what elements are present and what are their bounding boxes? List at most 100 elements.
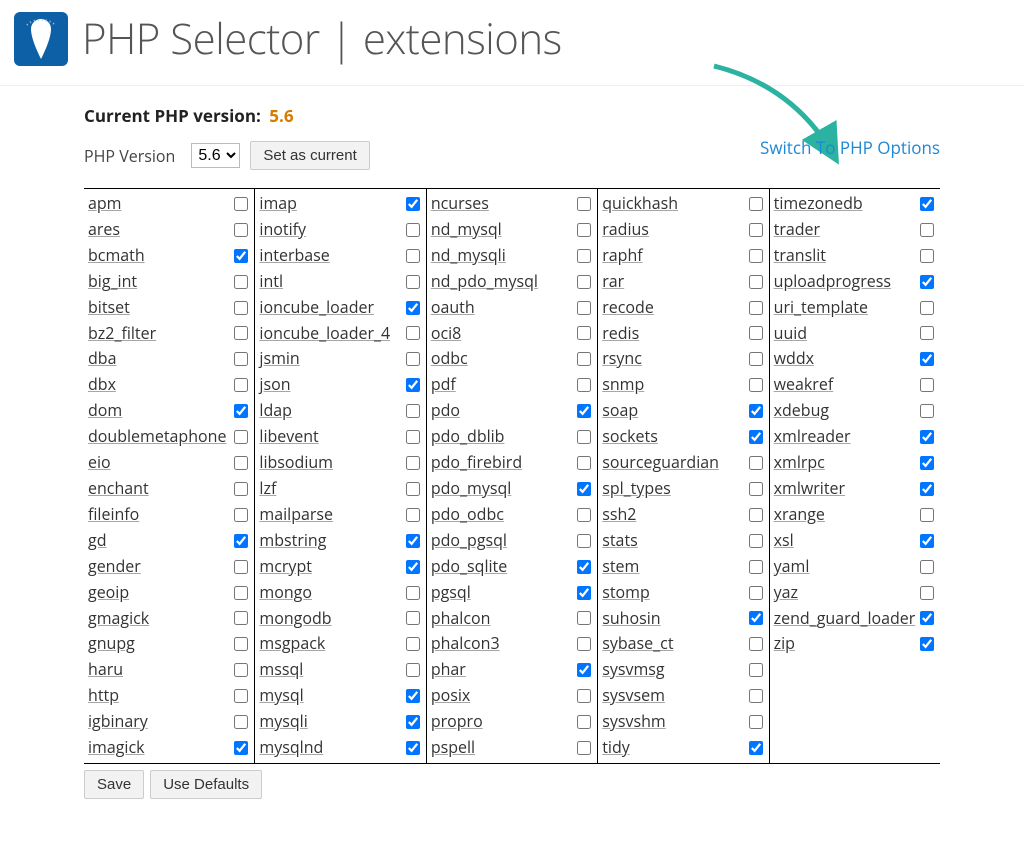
extension-link[interactable]: xmlwriter	[774, 476, 845, 502]
extension-link[interactable]: oci8	[431, 321, 461, 347]
extension-checkbox[interactable]	[577, 482, 591, 496]
use-defaults-button[interactable]: Use Defaults	[150, 770, 262, 799]
extension-link[interactable]: gender	[88, 554, 141, 580]
extension-link[interactable]: pdo_firebird	[431, 450, 522, 476]
extension-checkbox[interactable]	[749, 197, 763, 211]
extension-checkbox[interactable]	[577, 741, 591, 755]
extension-link[interactable]: intl	[259, 269, 283, 295]
extension-checkbox[interactable]	[920, 482, 934, 496]
extension-checkbox[interactable]	[406, 378, 420, 392]
extension-checkbox[interactable]	[234, 586, 248, 600]
extension-link[interactable]: gmagick	[88, 606, 149, 632]
extension-link[interactable]: zip	[774, 631, 795, 657]
extension-link[interactable]: soap	[602, 398, 638, 424]
extension-checkbox[interactable]	[234, 430, 248, 444]
extension-checkbox[interactable]	[406, 301, 420, 315]
extension-link[interactable]: big_int	[88, 269, 137, 295]
extension-checkbox[interactable]	[920, 637, 934, 651]
extension-checkbox[interactable]	[234, 508, 248, 522]
extension-link[interactable]: nd_pdo_mysql	[431, 269, 538, 295]
extension-checkbox[interactable]	[920, 430, 934, 444]
extension-checkbox[interactable]	[234, 482, 248, 496]
extension-checkbox[interactable]	[749, 275, 763, 289]
extension-checkbox[interactable]	[749, 301, 763, 315]
extension-link[interactable]: stats	[602, 528, 638, 554]
extension-link[interactable]: trader	[774, 217, 820, 243]
extension-link[interactable]: zend_guard_loader	[774, 606, 916, 632]
extension-link[interactable]: libevent	[259, 424, 318, 450]
extension-link[interactable]: stem	[602, 554, 639, 580]
extension-link[interactable]: yaml	[774, 554, 810, 580]
extension-checkbox[interactable]	[920, 586, 934, 600]
extension-link[interactable]: stomp	[602, 580, 650, 606]
extension-checkbox[interactable]	[406, 430, 420, 444]
extension-link[interactable]: lzf	[259, 476, 276, 502]
extension-link[interactable]: http	[88, 683, 119, 709]
extension-link[interactable]: xmlrpc	[774, 450, 825, 476]
extension-checkbox[interactable]	[577, 586, 591, 600]
version-select[interactable]: 5.6	[191, 143, 240, 168]
extension-link[interactable]: nd_mysqli	[431, 243, 506, 269]
extension-checkbox[interactable]	[749, 741, 763, 755]
extension-checkbox[interactable]	[406, 560, 420, 574]
extension-link[interactable]: igbinary	[88, 709, 148, 735]
extension-checkbox[interactable]	[234, 715, 248, 729]
extension-checkbox[interactable]	[406, 352, 420, 366]
extension-checkbox[interactable]	[234, 741, 248, 755]
extension-checkbox[interactable]	[920, 404, 934, 418]
extension-checkbox[interactable]	[406, 223, 420, 237]
extension-checkbox[interactable]	[577, 637, 591, 651]
extension-checkbox[interactable]	[234, 249, 248, 263]
extension-checkbox[interactable]	[406, 663, 420, 677]
extension-checkbox[interactable]	[234, 197, 248, 211]
extension-link[interactable]: quickhash	[602, 191, 678, 217]
extension-checkbox[interactable]	[234, 456, 248, 470]
extension-checkbox[interactable]	[749, 611, 763, 625]
extension-link[interactable]: phar	[431, 657, 466, 683]
extension-checkbox[interactable]	[749, 586, 763, 600]
extension-link[interactable]: mongodb	[259, 606, 331, 632]
extension-checkbox[interactable]	[234, 275, 248, 289]
extension-checkbox[interactable]	[406, 689, 420, 703]
extension-checkbox[interactable]	[577, 352, 591, 366]
extension-checkbox[interactable]	[406, 715, 420, 729]
extension-link[interactable]: yaz	[774, 580, 798, 606]
extension-checkbox[interactable]	[406, 611, 420, 625]
extension-link[interactable]: xmlreader	[774, 424, 851, 450]
extension-link[interactable]: sysvsem	[602, 683, 665, 709]
extension-link[interactable]: ldap	[259, 398, 292, 424]
extension-link[interactable]: xsl	[774, 528, 794, 554]
extension-link[interactable]: mysql	[259, 683, 303, 709]
extension-checkbox[interactable]	[749, 223, 763, 237]
extension-link[interactable]: mcrypt	[259, 554, 312, 580]
extension-checkbox[interactable]	[577, 715, 591, 729]
extension-link[interactable]: spl_types	[602, 476, 671, 502]
extension-link[interactable]: xdebug	[774, 398, 829, 424]
extension-link[interactable]: sysvmsg	[602, 657, 664, 683]
extension-link[interactable]: bcmath	[88, 243, 145, 269]
extension-link[interactable]: redis	[602, 321, 639, 347]
extension-link[interactable]: translit	[774, 243, 826, 269]
extension-checkbox[interactable]	[234, 404, 248, 418]
extension-link[interactable]: dba	[88, 346, 116, 372]
extension-link[interactable]: pdo	[431, 398, 460, 424]
extension-checkbox[interactable]	[577, 197, 591, 211]
extension-checkbox[interactable]	[749, 249, 763, 263]
extension-link[interactable]: uuid	[774, 321, 807, 347]
extension-checkbox[interactable]	[234, 689, 248, 703]
extension-checkbox[interactable]	[406, 508, 420, 522]
extension-checkbox[interactable]	[577, 430, 591, 444]
extension-link[interactable]: rar	[602, 269, 624, 295]
extension-checkbox[interactable]	[577, 663, 591, 677]
extension-checkbox[interactable]	[406, 249, 420, 263]
extension-checkbox[interactable]	[749, 352, 763, 366]
extension-link[interactable]: sockets	[602, 424, 658, 450]
extension-checkbox[interactable]	[406, 534, 420, 548]
extension-link[interactable]: odbc	[431, 346, 468, 372]
extension-checkbox[interactable]	[749, 663, 763, 677]
extension-link[interactable]: wddx	[774, 346, 814, 372]
extension-link[interactable]: pgsql	[431, 580, 471, 606]
extension-link[interactable]: json	[259, 372, 290, 398]
extension-checkbox[interactable]	[577, 275, 591, 289]
extension-link[interactable]: gd	[88, 528, 106, 554]
